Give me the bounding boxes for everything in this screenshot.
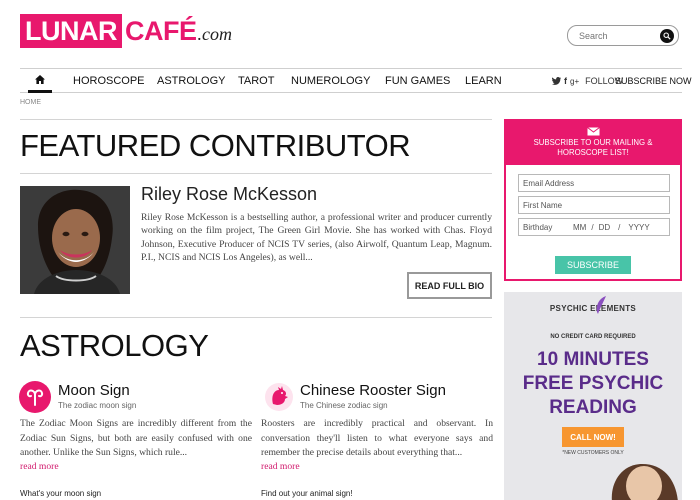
ad-no-credit-card: NO CREDIT CARD REQUIRED — [550, 334, 636, 340]
card-subtitle: The Chinese zodiac sign — [300, 401, 388, 410]
search-box — [567, 25, 679, 46]
featured-heading: FEATURED CONTRIBUTOR — [20, 128, 411, 163]
first-name-field[interactable]: First Name — [518, 196, 670, 214]
card-title[interactable]: Moon Sign — [58, 382, 130, 399]
card-text: The Zodiac Moon Signs are incredibly dif… — [20, 418, 252, 458]
first-name-placeholder: First Name — [523, 200, 563, 210]
astrology-heading: ASTROLOGY — [20, 328, 209, 363]
nav-numerology[interactable]: NUMEROLOGY — [291, 69, 370, 93]
divider — [20, 317, 492, 318]
ad-brand-text: PSYCHIC ELEMENTS — [549, 304, 637, 313]
divider — [20, 119, 492, 120]
contributor-bio: Riley Rose McKesson is a bestselling aut… — [141, 212, 492, 263]
home-icon — [35, 75, 45, 84]
mailing-header: SUBSCRIBE TO OUR MAILING & HOROSCOPE LIS… — [506, 121, 680, 165]
google-plus-icon[interactable]: g+ — [570, 77, 579, 86]
ad-headline-2: FREE PSYCHIC — [522, 373, 664, 394]
facebook-icon[interactable]: f — [564, 76, 567, 86]
birthday-separator: / — [591, 222, 594, 232]
card-title[interactable]: Chinese Rooster Sign — [300, 382, 446, 399]
ad-brand: PSYCHIC ELEMENTS — [504, 304, 682, 313]
birthday-separator: / — [618, 222, 621, 232]
twitter-icon[interactable] — [552, 77, 561, 85]
psychic-ad[interactable]: PSYCHIC ELEMENTS NO CREDIT CARD REQUIRED… — [504, 292, 682, 500]
read-more-link[interactable]: read more — [20, 461, 59, 472]
search-input[interactable] — [579, 30, 649, 41]
contributor-name[interactable]: Riley Rose McKesson — [141, 184, 317, 205]
card-text: Roosters are incredibly practical and ob… — [261, 418, 493, 458]
mailing-list-signup: SUBSCRIBE TO OUR MAILING & HOROSCOPE LIS… — [504, 119, 682, 281]
search-icon[interactable] — [660, 29, 674, 43]
subscribe-button[interactable]: SUBSCRIBE — [555, 256, 631, 274]
main-nav: HOROSCOPE ASTROLOGY TAROT NUMEROLOGY FUN… — [20, 68, 692, 93]
nav-learn[interactable]: LEARN — [465, 69, 502, 93]
nav-horoscope[interactable]: HOROSCOPE — [73, 69, 145, 93]
read-more-link[interactable]: read more — [261, 461, 300, 472]
call-now-button[interactable]: CALL NOW! — [562, 427, 624, 447]
rooster-icon — [263, 381, 295, 413]
read-full-bio-button[interactable]: READ FULL BIO — [407, 272, 492, 299]
card-subtitle: The zodiac moon sign — [58, 401, 137, 410]
nav-astrology[interactable]: ASTROLOGY — [157, 69, 225, 93]
birthday-month[interactable]: MM — [573, 223, 586, 232]
nav-home[interactable] — [28, 69, 52, 93]
ad-headline-1: 10 MINUTES — [537, 349, 649, 370]
logo-com: .com — [197, 23, 233, 44]
birthday-field[interactable]: Birthday MM / DD / YYYY — [518, 218, 670, 236]
birthday-year[interactable]: YYYY — [628, 223, 649, 232]
divider — [20, 173, 492, 174]
mailing-line1: SUBSCRIBE TO OUR MAILING & — [533, 138, 653, 147]
birthday-day[interactable]: DD — [599, 223, 611, 232]
envelope-icon — [586, 127, 600, 136]
aries-icon — [19, 381, 51, 413]
ad-headline-3: READING — [549, 397, 637, 418]
email-field[interactable]: Email Address — [518, 174, 670, 192]
mailing-line2: HOROSCOPE LIST! — [557, 148, 629, 157]
breadcrumb[interactable]: HOME — [20, 99, 41, 106]
nav-tarot[interactable]: TAROT — [238, 69, 274, 93]
logo-cafe: CAFÉ — [125, 15, 197, 46]
email-placeholder: Email Address — [523, 178, 575, 188]
subscribe-now-link[interactable]: SUBSCRIBE NOW — [615, 69, 692, 93]
social-links: f g+ FOLLOW — [552, 69, 623, 93]
card-footer[interactable]: Find out your animal sign! — [261, 489, 353, 498]
ad-model-image — [611, 464, 678, 500]
contributor-photo[interactable] — [20, 186, 130, 294]
feather-icon — [596, 296, 606, 314]
logo-lunar: LUNAR — [20, 14, 122, 48]
site-logo[interactable]: LUNAR CAFÉ .com — [20, 14, 232, 48]
card-footer[interactable]: What's your moon sign — [20, 489, 101, 498]
nav-fun-games[interactable]: FUN GAMES — [385, 69, 450, 93]
birthday-label: Birthday — [523, 222, 553, 232]
